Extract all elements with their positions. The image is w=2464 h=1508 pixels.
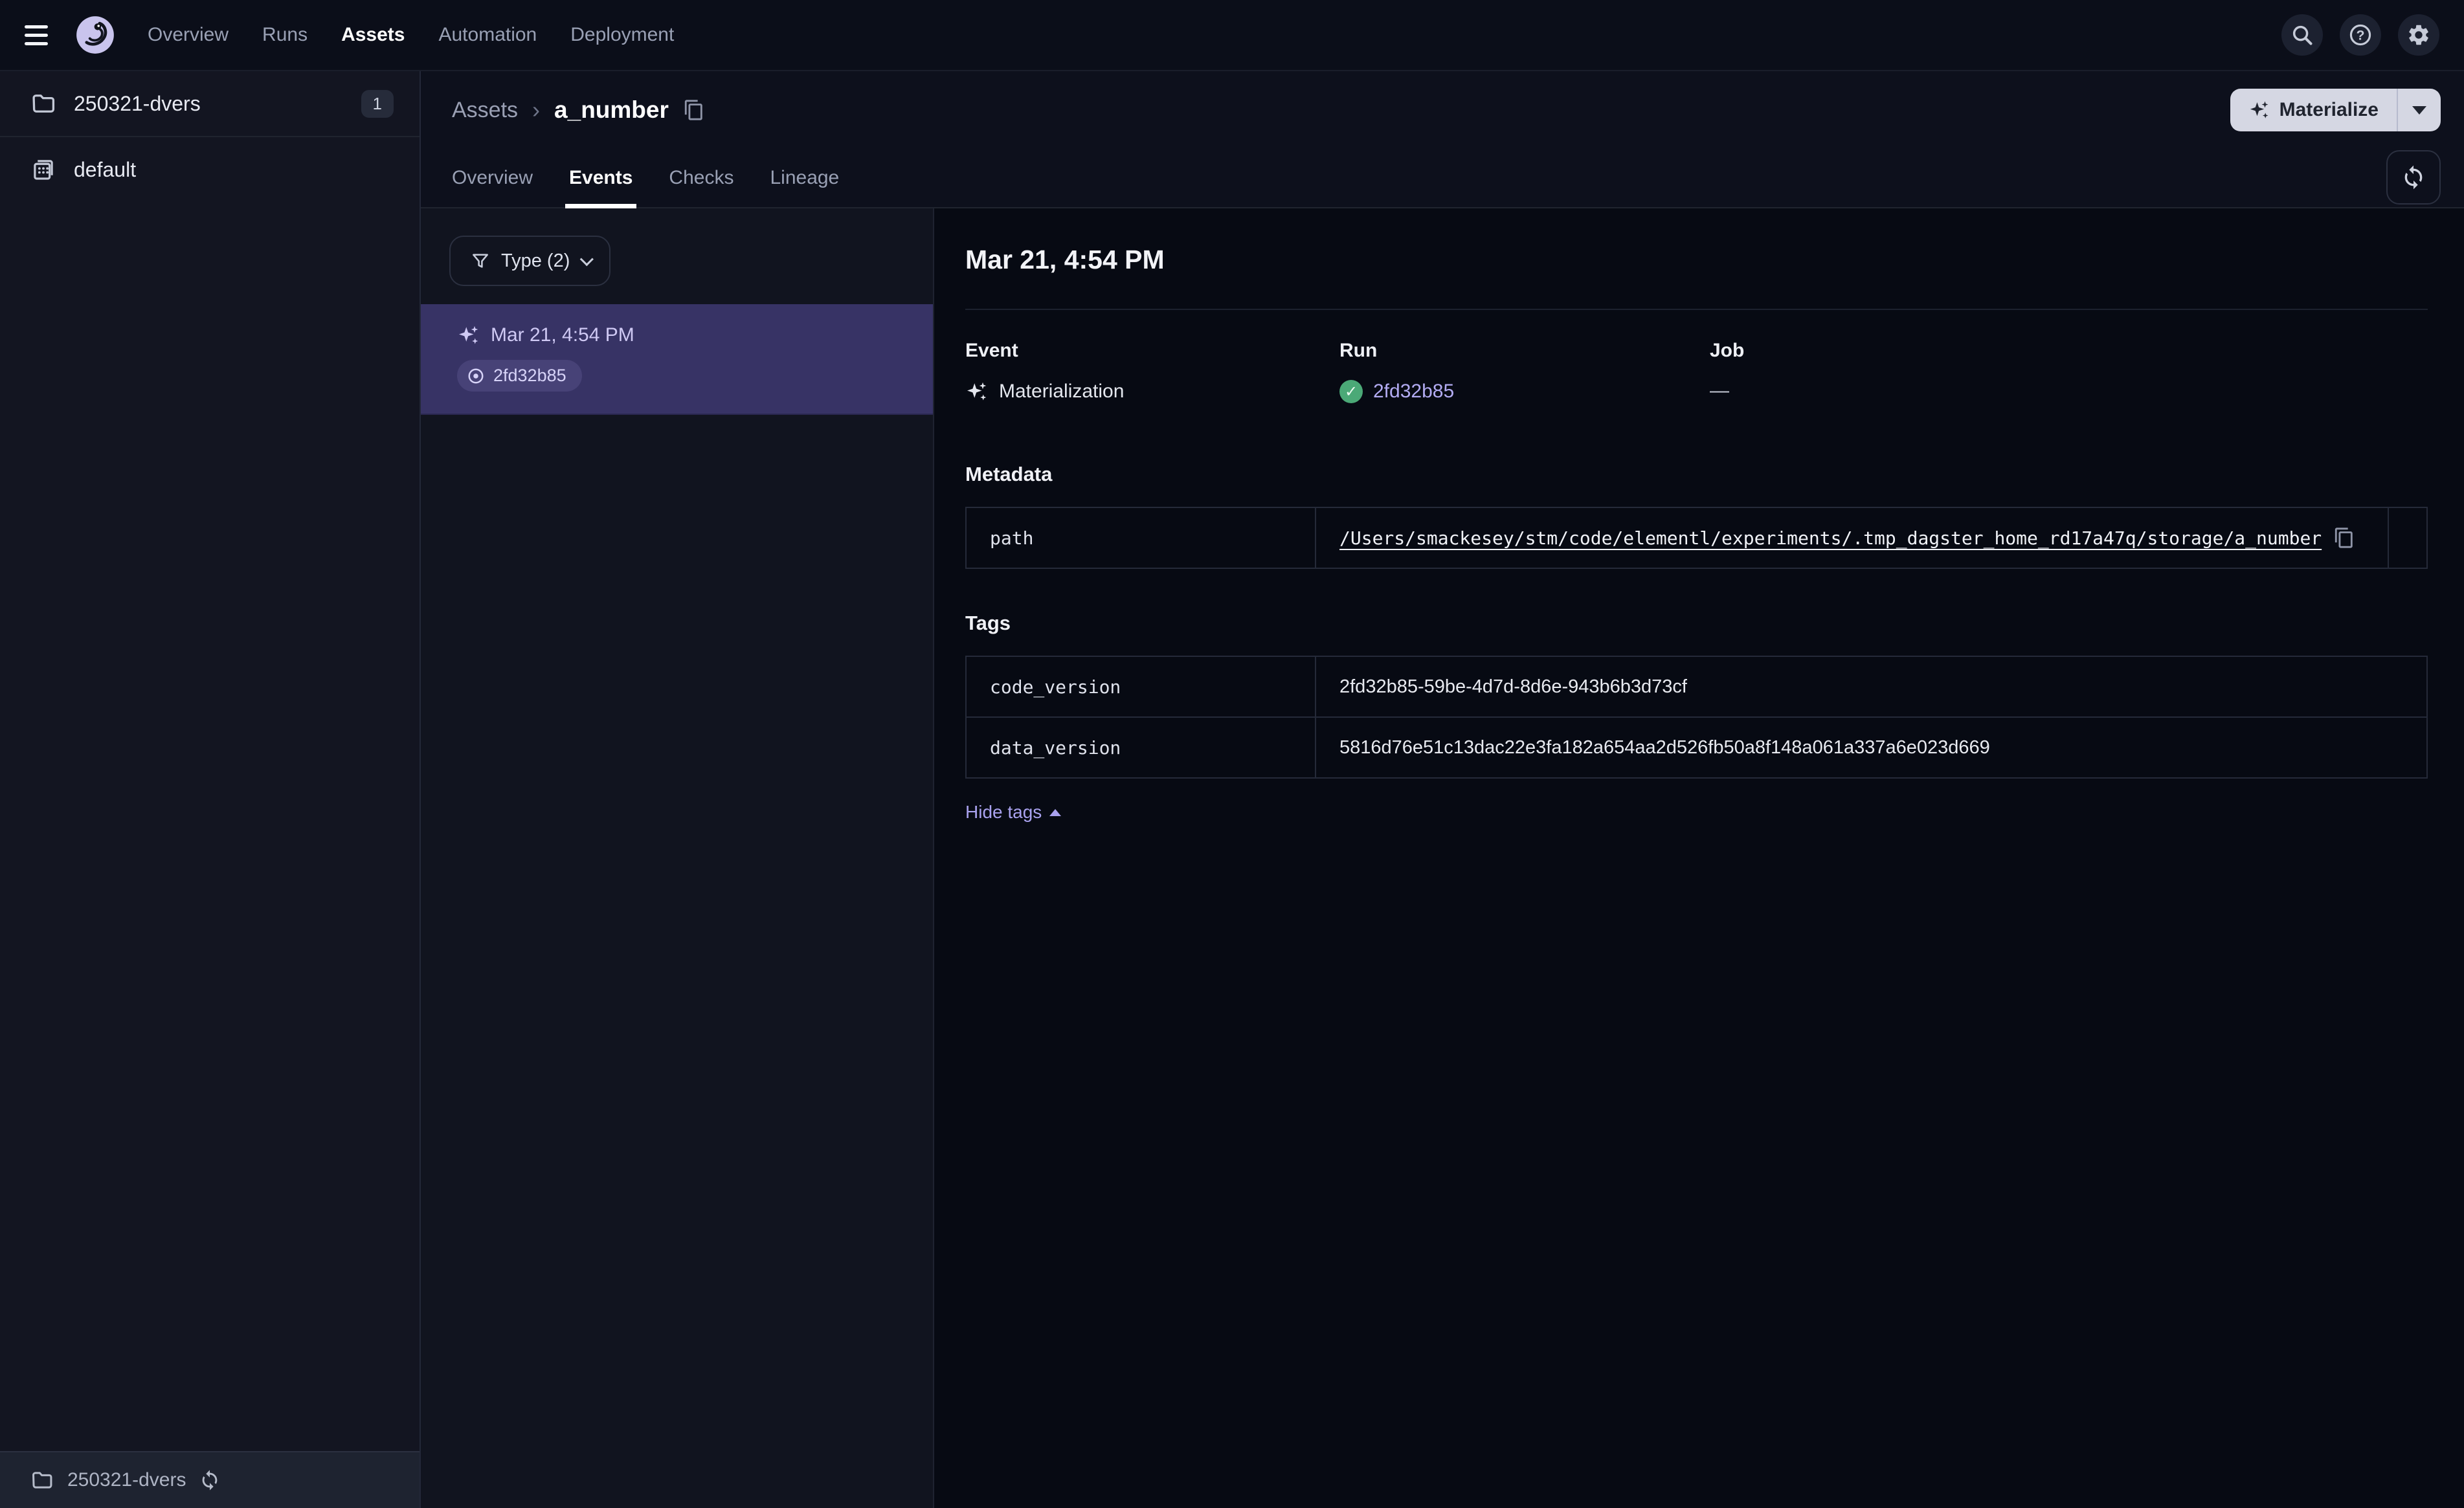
asset-page-header: Assets › a_number Materialize xyxy=(421,71,2464,149)
refresh-icon xyxy=(2404,165,2423,190)
event-timestamp: Mar 21, 4:54 PM xyxy=(491,324,634,346)
job-value: — xyxy=(1710,380,1729,401)
copy-icon xyxy=(2335,527,2353,548)
tab-checks[interactable]: Checks xyxy=(669,149,734,207)
asset-tabs: Overview Events Checks Lineage xyxy=(421,149,2464,208)
reload-location-icon[interactable] xyxy=(199,1469,221,1491)
svg-text:?: ? xyxy=(2356,27,2364,43)
metadata-section: Metadata path /Users/smackesey/stm/code/… xyxy=(965,463,2428,569)
table-row: path /Users/smackesey/stm/code/elementl/… xyxy=(967,508,2426,568)
filter-funnel-icon xyxy=(473,254,488,268)
chevron-down-icon xyxy=(580,252,594,266)
run-status-icon xyxy=(468,368,484,383)
main-nav-links: Overview Runs Assets Automation Deployme… xyxy=(148,24,674,46)
job-column-label: Job xyxy=(1710,340,1745,361)
run-id-link[interactable]: 2fd32b85 xyxy=(1373,381,1454,403)
tags-table: code_version 2fd32b85-59be-4d7d-8d6e-943… xyxy=(965,656,2428,779)
tag-key: code_version xyxy=(967,657,1316,716)
event-list-panel: Type (2) Mar 21, 4:54 PM 2fd32b85 xyxy=(421,208,934,1508)
metadata-heading: Metadata xyxy=(965,463,1053,485)
caret-down-icon xyxy=(2412,105,2426,115)
tag-value: 5816d76e51c13dac22e3fa182a654aa2d526fb50… xyxy=(1339,737,1990,758)
nav-link-automation[interactable]: Automation xyxy=(438,24,537,46)
materialize-label: Materialize xyxy=(2279,99,2379,120)
sidebar-group-row[interactable]: 250321-dvers 1 xyxy=(0,71,420,136)
tag-value: 2fd32b85-59be-4d7d-8d6e-943b6b3d73cf xyxy=(1339,676,1687,697)
breadcrumb: Assets › a_number xyxy=(452,96,705,124)
sidebar-item-default[interactable]: default xyxy=(0,137,420,202)
type-filter-label: Type (2) xyxy=(501,250,570,271)
shine-icon xyxy=(2250,101,2268,118)
breadcrumb-separator: › xyxy=(532,96,541,123)
metadata-action-cell xyxy=(2388,508,2426,568)
folder-icon xyxy=(32,94,55,113)
table-row: code_version 2fd32b85-59be-4d7d-8d6e-943… xyxy=(967,657,2426,718)
run-id-chip[interactable]: 2fd32b85 xyxy=(457,360,582,392)
nav-link-deployment[interactable]: Deployment xyxy=(570,24,674,46)
help-icon: ? xyxy=(2349,24,2371,46)
code-location-label: 250321-dvers xyxy=(67,1469,186,1491)
breadcrumb-assets-link[interactable]: Assets xyxy=(452,98,518,123)
tags-heading: Tags xyxy=(965,612,1011,634)
settings-button[interactable] xyxy=(2398,14,2439,56)
type-filter-button[interactable]: Type (2) xyxy=(449,236,611,286)
event-list-item-selected[interactable]: Mar 21, 4:54 PM 2fd32b85 xyxy=(421,304,933,415)
event-type-value: Materialization xyxy=(999,381,1125,402)
hide-tags-link[interactable]: Hide tags xyxy=(965,802,1062,823)
asset-groups-sidebar: 250321-dvers 1 default 250321-dvers xyxy=(0,71,421,1508)
copy-asset-name-button[interactable] xyxy=(683,99,705,121)
event-detail-timestamp: Mar 21, 4:54 PM xyxy=(965,245,1165,274)
run-column-label: Run xyxy=(1339,340,1378,361)
sidebar-group-label: 250321-dvers xyxy=(74,91,201,115)
code-location-status-bar: 250321-dvers xyxy=(0,1451,420,1508)
hamburger-menu-icon[interactable] xyxy=(25,25,53,45)
metadata-key: path xyxy=(967,508,1316,568)
page-title: a_number xyxy=(554,96,669,123)
run-chip-label: 2fd32b85 xyxy=(493,366,566,385)
materialize-split-button: Materialize xyxy=(2230,89,2441,131)
tag-key: data_version xyxy=(967,718,1316,777)
tab-events[interactable]: Events xyxy=(565,149,637,208)
copy-icon xyxy=(684,100,702,120)
table-row: data_version 5816d76e51c13dac22e3fa182a6… xyxy=(967,718,2426,777)
help-button[interactable]: ? xyxy=(2340,14,2381,56)
search-icon xyxy=(2292,25,2313,45)
tab-overview[interactable]: Overview xyxy=(452,149,533,207)
metadata-table: path /Users/smackesey/stm/code/elementl/… xyxy=(965,507,2428,569)
refresh-button[interactable] xyxy=(2386,150,2441,205)
search-button[interactable] xyxy=(2281,14,2323,56)
tags-section: Tags code_version 2fd32b85-59be-4d7d-8d6… xyxy=(965,612,2428,823)
event-column-label: Event xyxy=(965,340,1018,361)
metadata-path-link[interactable]: /Users/smackesey/stm/code/elementl/exper… xyxy=(1339,527,2322,549)
repo-grid-icon xyxy=(34,160,53,180)
nav-link-assets[interactable]: Assets xyxy=(341,24,405,46)
hide-tags-label: Hide tags xyxy=(965,802,1042,822)
top-nav: Overview Runs Assets Automation Deployme… xyxy=(0,0,2464,71)
asset-count-badge: 1 xyxy=(361,89,394,118)
nav-link-runs[interactable]: Runs xyxy=(262,24,308,46)
nav-link-overview[interactable]: Overview xyxy=(148,24,229,46)
folder-icon xyxy=(32,1472,52,1489)
materialization-shine-icon xyxy=(459,326,478,344)
run-success-icon: ✓ xyxy=(1339,380,1363,403)
materialize-button[interactable]: Materialize xyxy=(2230,89,2397,131)
copy-path-button[interactable] xyxy=(2333,527,2355,549)
settings-gear-icon xyxy=(2409,25,2428,45)
dagster-logo-icon[interactable] xyxy=(74,14,117,56)
materialize-dropdown-button[interactable] xyxy=(2398,89,2441,131)
tab-lineage[interactable]: Lineage xyxy=(770,149,839,207)
caret-up-icon xyxy=(1049,808,1062,816)
materialization-shine-icon xyxy=(967,382,987,401)
event-details-panel: Mar 21, 4:54 PM Event Materialization Ru… xyxy=(934,208,2464,1508)
sidebar-item-label: default xyxy=(74,157,137,181)
